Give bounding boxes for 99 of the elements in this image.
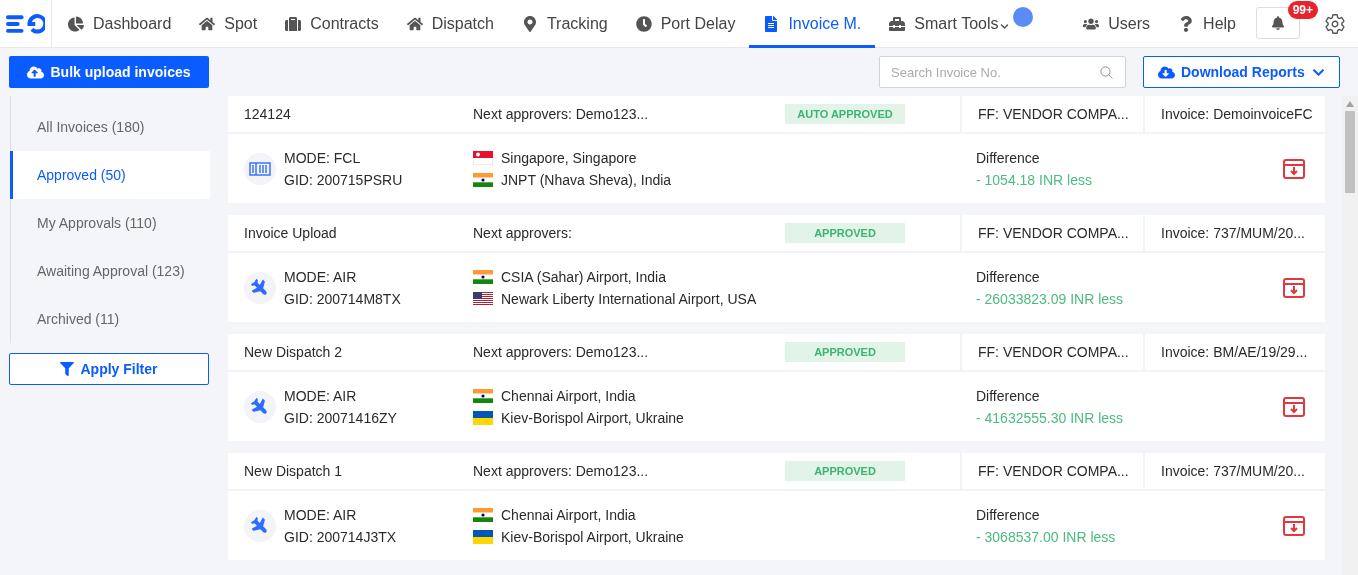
archive-download-icon[interactable] xyxy=(1282,513,1306,538)
apply-filter-button[interactable]: Apply Filter xyxy=(9,353,209,385)
house-icon xyxy=(199,16,216,32)
gid-text: GID: 200714M8TX xyxy=(284,290,401,307)
archive-download-icon[interactable] xyxy=(1282,156,1306,181)
route-place: Newark Liberty International Airport, USA xyxy=(501,290,757,307)
forwarder-name: FF: VENDOR COMPA... xyxy=(978,225,1129,241)
forwarder-name: FF: VENDOR COMPA... xyxy=(978,106,1129,122)
flag-icon xyxy=(473,410,493,425)
next-approvers: Next approvers: Demo123... xyxy=(473,106,649,122)
pointer-dot xyxy=(1012,7,1033,27)
nav-link[interactable]: Help xyxy=(1164,0,1250,48)
mode-text: MODE: FCL xyxy=(284,149,362,166)
clock-icon xyxy=(635,16,652,32)
forwarder-name: FF: VENDOR COMPA... xyxy=(978,344,1129,360)
sidebar-item[interactable]: Awaiting Approval (123) xyxy=(10,247,210,295)
invoice-card[interactable] xyxy=(228,215,1325,322)
next-approvers: Next approvers: Demo123... xyxy=(473,463,649,479)
nav-tab[interactable]: Invoice M. xyxy=(749,0,876,48)
mode-text: MODE: AIR xyxy=(284,506,358,523)
sidebar-item[interactable]: My Approvals (110) xyxy=(10,199,210,247)
next-approvers: Next approvers: xyxy=(473,225,572,241)
help-icon xyxy=(1178,16,1195,32)
route-place: Kiev-Borispol Airport, Ukraine xyxy=(501,409,684,426)
location-pin-icon xyxy=(521,16,538,32)
route-place: Chennai Airport, India xyxy=(501,387,636,404)
bulk-upload-button[interactable]: Bulk upload invoices xyxy=(9,56,209,88)
sidebar-item[interactable]: Approved (50) xyxy=(10,151,210,199)
nav-tab[interactable]: Dashboard xyxy=(54,0,186,48)
scroll-up-icon[interactable] xyxy=(1346,101,1354,107)
route-place: Singapore, Singapore xyxy=(501,149,637,166)
invoice-number: Invoice: BM/AE/19/29... xyxy=(1161,344,1308,360)
scroll-thumb[interactable] xyxy=(1345,111,1355,193)
invoice-title: New Dispatch 2 xyxy=(244,344,343,360)
settings-icon[interactable] xyxy=(1324,12,1346,35)
flag-icon xyxy=(473,150,493,165)
sidebar-item[interactable]: Archived (11) xyxy=(10,295,210,343)
invoice-card[interactable]: 124124 Next approvers: Demo123... AUTO APPROVED FF: VENDOR COMPA... Invoice: DemoinvoiceFC MODE: FCL GID: 200715PSRU Singapore, Singapore JNPT (Nhava Sheva), India Difference - 1054.18 INR less xyxy=(228,96,1325,203)
mode-text: MODE: AIR xyxy=(284,268,358,285)
next-approvers: Next approvers: Demo123... xyxy=(473,344,649,360)
nav-tab[interactable]: Smart Tools xyxy=(875,0,1023,48)
status-badge: APPROVED xyxy=(785,223,905,243)
archive-download-icon[interactable] xyxy=(1282,275,1306,300)
status-badge: AUTO APPROVED xyxy=(785,104,905,124)
bell-icon xyxy=(1271,16,1285,30)
invoice-card[interactable] xyxy=(228,334,1325,441)
route-place: Kiev-Borispol Airport, Ukraine xyxy=(501,528,684,545)
download-reports-button[interactable]: Download Reports xyxy=(1143,56,1340,88)
difference-label: Difference xyxy=(976,506,1041,523)
suitcase-icon xyxy=(285,16,302,32)
route-place: JNPT (Nhava Sheva), India xyxy=(501,171,672,188)
house-icon xyxy=(406,16,423,32)
notification-count: 99+ xyxy=(1287,1,1318,19)
nav-tab[interactable]: Port Delay xyxy=(621,0,750,48)
scrollbar[interactable] xyxy=(1342,96,1358,575)
nav-link[interactable]: Users xyxy=(1069,0,1165,48)
document-icon xyxy=(763,16,780,32)
flag-icon xyxy=(473,172,493,187)
route-place: CSIA (Sahar) Airport, India xyxy=(501,268,666,285)
forwarder-name: FF: VENDOR COMPA... xyxy=(978,463,1129,479)
archive-download-icon[interactable] xyxy=(1282,394,1306,419)
route-place: Chennai Airport, India xyxy=(501,506,636,523)
difference-value: - 26033823.09 INR less xyxy=(976,290,1124,307)
users-icon xyxy=(1083,16,1100,32)
status-badge: APPROVED xyxy=(785,342,905,362)
invoice-title: New Dispatch 1 xyxy=(244,463,343,479)
nav-tab[interactable]: Dispatch xyxy=(392,0,508,48)
difference-label: Difference xyxy=(976,387,1041,404)
search-field[interactable]: Search Invoice No. xyxy=(879,56,1126,88)
invoice-title: Invoice Upload xyxy=(244,225,337,241)
difference-value: - 41632555.30 INR less xyxy=(976,409,1124,426)
status-badge: APPROVED xyxy=(785,461,905,481)
mode-text: MODE: AIR xyxy=(284,387,358,404)
nav-tab[interactable]: Spot xyxy=(185,0,272,48)
filter-icon xyxy=(60,362,75,376)
toolbox-icon xyxy=(889,16,906,32)
flag-icon xyxy=(473,291,493,306)
invoice-card[interactable] xyxy=(228,453,1325,560)
search-icon xyxy=(1099,65,1114,80)
sidebar-item[interactable]: All Invoices (180) xyxy=(10,103,210,151)
flag-icon xyxy=(473,388,493,403)
difference-value: - 3068537.00 INR less xyxy=(976,528,1116,545)
invoice-number: Invoice: 737/MUM/20... xyxy=(1161,463,1305,479)
nav-tab[interactable]: Contracts xyxy=(271,0,393,48)
difference-label: Difference xyxy=(976,149,1041,166)
container-icon xyxy=(249,161,271,176)
difference-value: - 1054.18 INR less xyxy=(976,171,1092,188)
gid-text: GID: 20071416ZY xyxy=(284,409,397,426)
flag-icon xyxy=(473,269,493,284)
gid-text: GID: 200715PSRU xyxy=(284,171,403,188)
nav-tab[interactable]: Tracking xyxy=(507,0,622,48)
gid-text: GID: 200714J3TX xyxy=(284,528,397,545)
invoice-title: 124124 xyxy=(244,106,291,122)
flag-icon xyxy=(473,507,493,522)
difference-label: Difference xyxy=(976,268,1041,285)
invoice-number: Invoice: DemoinvoiceFC xyxy=(1161,106,1313,122)
flag-icon xyxy=(473,529,493,544)
invoice-number: Invoice: 737/MUM/20... xyxy=(1161,225,1305,241)
pie-chart-icon xyxy=(68,16,84,32)
